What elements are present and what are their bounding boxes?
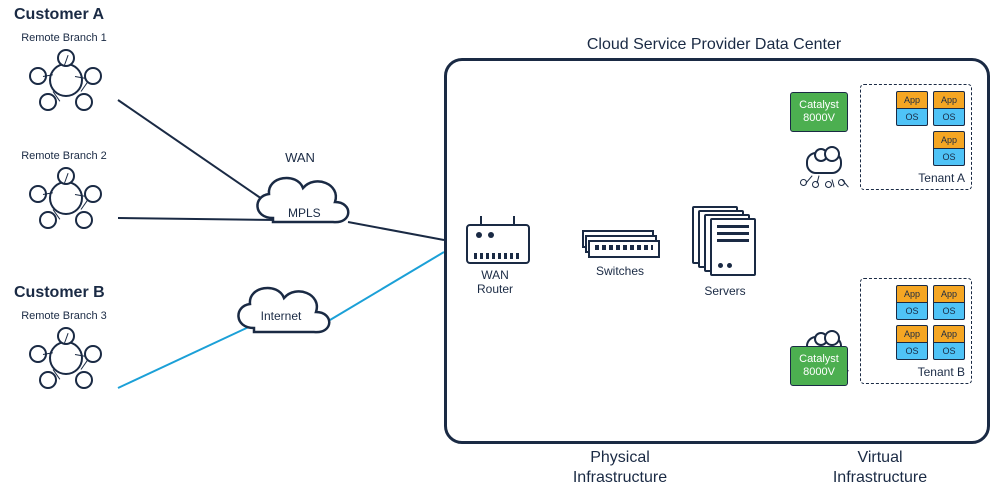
customer-b-site3: Remote Branch 3 — [14, 310, 114, 387]
provider-heading: Cloud Service Provider Data Center — [544, 36, 884, 54]
catalyst-a: Catalyst 8000V — [790, 92, 848, 132]
switches — [582, 230, 658, 256]
wan-cloud: WAN — [245, 150, 355, 237]
customer-a-site2: Remote Branch 2 — [14, 150, 114, 227]
mpls-label: MPLS — [288, 206, 321, 220]
switches-icon — [582, 230, 658, 256]
wan-router-label: WAN Router — [460, 268, 530, 297]
customer-a-heading: Customer A — [14, 6, 104, 24]
router-icon — [466, 224, 530, 264]
servers-icon — [692, 206, 756, 276]
tenant-a-label: Tenant A — [867, 171, 965, 185]
cluster-icon — [29, 167, 99, 227]
virtual-label: Virtual Infrastructure — [790, 448, 970, 488]
cluster-icon — [29, 327, 99, 387]
switches-label: Switches — [580, 264, 660, 278]
customer-b-heading: Customer B — [14, 284, 105, 302]
cloud-icon — [245, 168, 355, 232]
cloudnet-icon-a — [800, 146, 846, 186]
internet-label: Internet — [226, 309, 336, 323]
tenant-b: AppOS AppOS AppOS AppOS Tenant B — [860, 278, 972, 384]
servers-label: Servers — [692, 284, 758, 298]
servers — [692, 206, 756, 276]
site3-label: Remote Branch 3 — [14, 310, 114, 323]
site2-label: Remote Branch 2 — [14, 150, 114, 163]
customer-a-site1: Remote Branch 1 — [14, 32, 114, 109]
catalyst-b: Catalyst 8000V — [790, 346, 848, 386]
wan-router — [466, 224, 530, 264]
site1-label: Remote Branch 1 — [14, 32, 114, 45]
tenant-b-label: Tenant B — [867, 365, 965, 379]
wan-label: WAN — [245, 150, 355, 166]
physical-label: Physical Infrastructure — [520, 448, 720, 488]
internet-cloud: Internet — [226, 278, 336, 361]
tenant-a: AppOS AppOS AppOS Tenant A — [860, 84, 972, 190]
cluster-icon — [29, 49, 99, 109]
